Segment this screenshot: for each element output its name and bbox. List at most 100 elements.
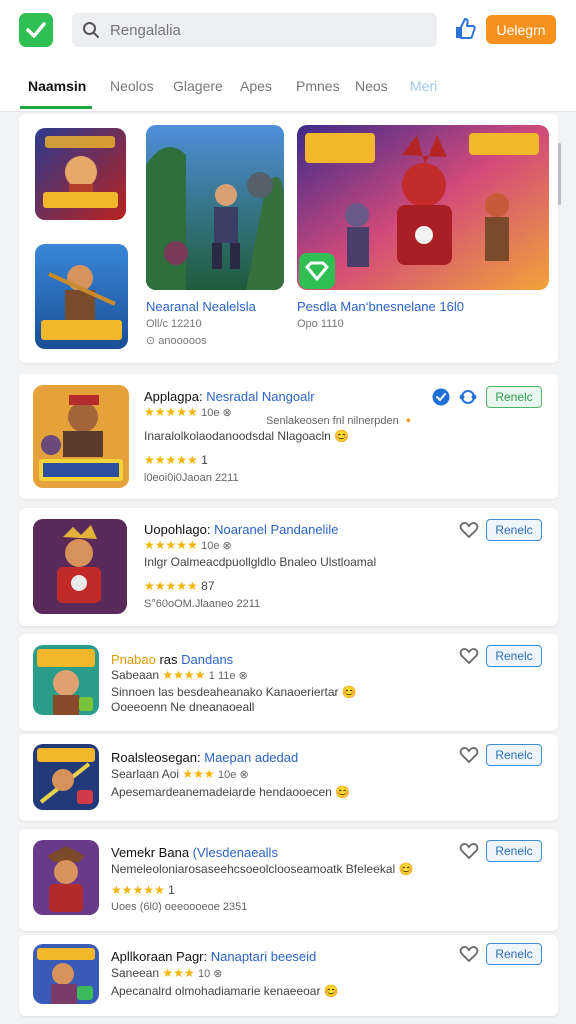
app-title-1[interactable]: Applagpa: Nesradal Nangoalr [144,389,315,404]
rating-count: 87 [201,579,215,593]
search-bar[interactable] [72,13,437,47]
app-card-3[interactable]: Pnabao ras Dandans Sabeaan ★★★★ 1 11e ⊗ … [19,634,558,731]
rating-count: 1 [168,883,175,897]
rating-count: 10e ⊗ [218,769,249,781]
rating-count: 1 11e ⊗ [208,670,248,682]
featured-section: Nearanal Nealelsla Oll/c 12210 ⊙ anooooo… [19,114,558,363]
app-icon-6[interactable] [33,944,99,1004]
app-title-main: Applagpa: [144,389,203,404]
app-footer-2: S°60oOM.Jlaaneo 2211 [144,598,261,610]
featured-banner-2[interactable] [297,125,549,290]
app-card-1[interactable]: Applagpa: Nesradal Nangoalr ★★★★★ 10e ⊗ … [19,374,558,499]
featured-app-icon-2[interactable] [35,244,128,349]
app-icon-5[interactable] [33,840,99,915]
app-footer-1: l0eoi0i0Jaoan 2211 [144,472,239,484]
app-title-3[interactable]: Pnabao ras Dandans [111,652,233,667]
get-button-6[interactable]: Renelc [486,943,542,965]
app-desc-6: Apecanalrd olmohadiamarie kenaeeoar 😊 [111,984,339,998]
app-rating-1: ★★★★★ 10e ⊗ [144,405,232,419]
app-title-main: Uopohlago: [144,522,211,537]
scrollbar[interactable] [558,143,561,205]
app-title-main: Vemekr Bana [111,845,190,860]
get-button-4[interactable]: Renelc [486,744,542,766]
get-button-3[interactable]: Renelc [486,645,542,667]
rating-count: 10e ⊗ [201,540,232,552]
app-title-sub: Nanaptari beeseid [210,949,317,964]
featured-title-2[interactable]: Pesdla Man‘bnesnelane 16l0 [297,299,464,314]
featured-meta-1: Oll/c 12210 [146,318,202,330]
app-icon-2[interactable] [33,519,127,614]
app-title-sub: Noaranel Pandanelile [214,522,339,537]
app-icon-1[interactable] [33,385,129,488]
star-rating: ★★★★★ [111,883,165,897]
app-icon-4[interactable] [33,744,99,810]
tab-pmnes[interactable]: Pmnes [296,78,340,94]
app-logo[interactable] [19,13,53,47]
featured-title-1[interactable]: Nearanal Nealelsla [146,299,256,314]
app-card-2[interactable]: Uopohlago: Noaranel Pandanelile ★★★★★ 10… [19,508,558,626]
app-title-6[interactable]: Apllkoraan Pagr: Nanaptari beeseid [111,949,316,964]
rating-count: 10 ⊗ [198,968,223,980]
app-rating-4: Searlaan Aoi ★★★ 10e ⊗ [111,767,249,781]
share-icon[interactable] [458,388,478,406]
app-card-5[interactable]: Vemekr Bana (Vlesdenaealls Nemeleoloniar… [19,829,558,931]
tab-neos[interactable]: Neos [355,78,388,94]
app-title-sub: Nesradal Nangoalr [206,389,315,404]
tab-naamsin[interactable]: Naamsin [28,78,86,94]
app-desc-1: Inaralolkolaodanoodsdal Nlagoacln 😊 [144,429,350,443]
thumbs-up-icon[interactable] [454,16,476,40]
star-rating: ★★★★★ [144,579,198,593]
app-developer: Saneean [111,966,160,980]
heart-icon[interactable] [459,945,479,963]
tab-meri[interactable]: Meri [410,78,437,94]
heart-icon[interactable] [459,746,479,764]
app-title-5[interactable]: Vemekr Bana (Vlesdenaealls [111,845,278,860]
app-rating-5: ★★★★★ 1 [111,883,175,897]
rating-count: 1 [201,453,208,467]
search-input[interactable] [110,13,420,47]
check-shield-icon [305,261,329,281]
active-tab-indicator [20,106,92,109]
app-rating2-2: ★★★★★ 87 [144,579,215,593]
featured-app-icon-1[interactable] [35,128,126,220]
verified-icon [432,388,450,406]
app-title-4[interactable]: Roalsleosegan: Maepan adedad [111,750,298,765]
checkmark-icon [26,22,46,38]
get-button-1[interactable]: Renelc [486,386,542,408]
heart-icon[interactable] [459,842,479,860]
download-badge[interactable] [299,253,335,289]
featured-banner-1[interactable] [146,125,284,290]
star-rating: ★★★ [182,767,215,781]
featured-footnote: ⊙ anooooos [146,335,207,347]
app-footer-3: Ooeeoenn Ne dneanaoeall [111,700,255,714]
app-title-sub: (Vlesdenaealls [192,845,278,860]
app-title-2[interactable]: Uopohlago: Noaranel Pandanelile [144,522,338,537]
category-tabs: Naamsin Neolos Glagere Apes Pmnes Neos M… [0,60,576,112]
heart-icon[interactable] [459,521,479,539]
app-desc-3: Sinnoen las besdeaheanako Kanaoeriertar … [111,685,357,699]
get-button-2[interactable]: Renelc [486,519,542,541]
rating-count: 10e ⊗ [201,407,232,419]
app-category: Aoi [161,767,180,781]
app-developer: Sabeaan [111,668,160,682]
star-rating: ★★★★★ [144,453,198,467]
upgrade-button[interactable]: Uelegrn [486,15,556,44]
app-footer-5: Uoes (6l0) oeeoooeoe 2351 [111,901,248,913]
app-title-sub: Maepan adedad [204,750,299,765]
featured-meta-2: Opo 1110 [297,318,344,330]
app-title-main-2: ras [159,652,178,667]
app-card-4[interactable]: Roalsleosegan: Maepan adedad Searlaan Ao… [19,734,558,821]
star-rating: ★★★★★ [144,538,198,552]
app-title-sub: Dandans [181,652,234,667]
search-icon [83,22,99,38]
app-rating-2: ★★★★★ 10e ⊗ [144,538,232,552]
app-icon-3[interactable] [33,645,99,715]
app-desc-4: Apesemardeanemadeiarde hendaooecen 😊 [111,785,351,799]
heart-icon[interactable] [459,647,479,665]
get-button-5[interactable]: Renelc [486,840,542,862]
app-developer: Searlaan [111,767,160,781]
tab-neolos[interactable]: Neolos [110,78,154,94]
tab-apes[interactable]: Apes [240,78,272,94]
app-card-6[interactable]: Apllkoraan Pagr: Nanaptari beeseid Sanee… [19,935,558,1016]
tab-glagere[interactable]: Glagere [173,78,223,94]
